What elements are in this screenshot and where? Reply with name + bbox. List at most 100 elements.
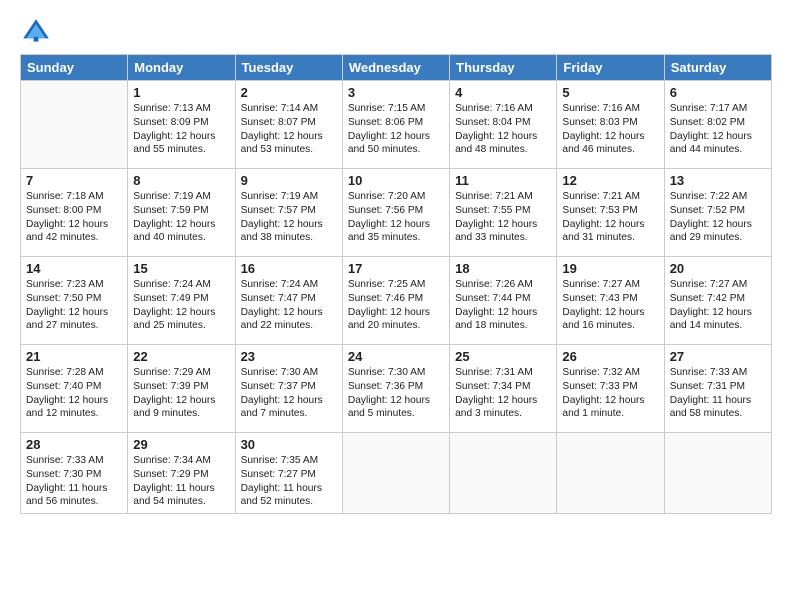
day-cell: 21 Sunrise: 7:28 AMSunset: 7:40 PMDayligh…	[21, 345, 128, 433]
day-number: 22	[133, 349, 229, 364]
day-cell	[450, 433, 557, 514]
day-info: Sunrise: 7:34 AMSunset: 7:29 PMDaylight:…	[133, 454, 229, 509]
day-info: Sunrise: 7:32 AMSunset: 7:33 PMDaylight:…	[562, 366, 658, 421]
weekday-header-monday: Monday	[128, 55, 235, 81]
day-number: 16	[241, 261, 337, 276]
day-info: Sunrise: 7:33 AMSunset: 7:31 PMDaylight:…	[670, 366, 766, 421]
day-number: 19	[562, 261, 658, 276]
day-number: 1	[133, 85, 229, 100]
day-cell: 5Sunrise: 7:16 AMSunset: 8:03 PMDaylight…	[557, 81, 664, 169]
day-cell: 10Sunrise: 7:20 AMSunset: 7:56 PMDayligh…	[342, 169, 449, 257]
day-info: Sunrise: 7:21 AMSunset: 7:53 PMDaylight:…	[562, 190, 658, 245]
day-cell: 24 Sunrise: 7:30 AMSunset: 7:36 PMDayligh…	[342, 345, 449, 433]
day-info: Sunrise: 7:18 AMSunset: 8:00 PMDaylight:…	[26, 190, 122, 245]
day-cell: 17 Sunrise: 7:25 AMSunset: 7:46 PMDayligh…	[342, 257, 449, 345]
weekday-header-row: SundayMondayTuesdayWednesdayThursdayFrid…	[21, 55, 772, 81]
day-cell: 27 Sunrise: 7:33 AMSunset: 7:31 PMDayligh…	[664, 345, 771, 433]
day-info: Sunrise: 7:15 AMSunset: 8:06 PMDaylight:…	[348, 102, 444, 157]
calendar: SundayMondayTuesdayWednesdayThursdayFrid…	[20, 54, 772, 514]
day-cell: 4 Sunrise: 7:16 AMSunset: 8:04 PMDaylight…	[450, 81, 557, 169]
weekday-header-wednesday: Wednesday	[342, 55, 449, 81]
day-cell: 12 Sunrise: 7:21 AMSunset: 7:53 PMDayligh…	[557, 169, 664, 257]
day-number: 10	[348, 173, 444, 188]
day-number: 29	[133, 437, 229, 452]
day-number: 24	[348, 349, 444, 364]
day-cell: 13 Sunrise: 7:22 AMSunset: 7:52 PMDayligh…	[664, 169, 771, 257]
day-number: 9	[241, 173, 337, 188]
day-number: 3	[348, 85, 444, 100]
day-cell: 9 Sunrise: 7:19 AMSunset: 7:57 PMDaylight…	[235, 169, 342, 257]
day-number: 12	[562, 173, 658, 188]
day-cell: 7Sunrise: 7:18 AMSunset: 8:00 PMDaylight…	[21, 169, 128, 257]
day-number: 14	[26, 261, 122, 276]
day-cell: 18 Sunrise: 7:26 AMSunset: 7:44 PMDayligh…	[450, 257, 557, 345]
day-cell: 1 Sunrise: 7:13 AMSunset: 8:09 PMDaylight…	[128, 81, 235, 169]
day-cell: 23 Sunrise: 7:30 AMSunset: 7:37 PMDayligh…	[235, 345, 342, 433]
day-cell: 25Sunrise: 7:31 AMSunset: 7:34 PMDayligh…	[450, 345, 557, 433]
day-info: Sunrise: 7:24 AMSunset: 7:47 PMDaylight:…	[241, 278, 337, 333]
day-cell: 3 Sunrise: 7:15 AMSunset: 8:06 PMDaylight…	[342, 81, 449, 169]
header	[20, 16, 772, 48]
week-row-4: 28 Sunrise: 7:33 AMSunset: 7:30 PMDayligh…	[21, 433, 772, 514]
day-cell: 6 Sunrise: 7:17 AMSunset: 8:02 PMDaylight…	[664, 81, 771, 169]
day-cell	[557, 433, 664, 514]
day-info: Sunrise: 7:27 AMSunset: 7:43 PMDaylight:…	[562, 278, 658, 333]
day-cell: 29 Sunrise: 7:34 AMSunset: 7:29 PMDayligh…	[128, 433, 235, 514]
day-number: 13	[670, 173, 766, 188]
page: SundayMondayTuesdayWednesdayThursdayFrid…	[0, 0, 792, 612]
day-info: Sunrise: 7:17 AMSunset: 8:02 PMDaylight:…	[670, 102, 766, 157]
weekday-header-friday: Friday	[557, 55, 664, 81]
weekday-header-tuesday: Tuesday	[235, 55, 342, 81]
day-cell	[342, 433, 449, 514]
day-number: 17	[348, 261, 444, 276]
week-row-3: 21 Sunrise: 7:28 AMSunset: 7:40 PMDayligh…	[21, 345, 772, 433]
day-info: Sunrise: 7:26 AMSunset: 7:44 PMDaylight:…	[455, 278, 551, 333]
day-number: 28	[26, 437, 122, 452]
logo-icon	[20, 16, 52, 48]
day-number: 26	[562, 349, 658, 364]
day-info: Sunrise: 7:14 AMSunset: 8:07 PMDaylight:…	[241, 102, 337, 157]
week-row-2: 14 Sunrise: 7:23 AMSunset: 7:50 PMDayligh…	[21, 257, 772, 345]
day-number: 8	[133, 173, 229, 188]
day-info: Sunrise: 7:33 AMSunset: 7:30 PMDaylight:…	[26, 454, 122, 509]
day-cell: 2Sunrise: 7:14 AMSunset: 8:07 PMDaylight…	[235, 81, 342, 169]
day-cell: 19 Sunrise: 7:27 AMSunset: 7:43 PMDayligh…	[557, 257, 664, 345]
day-number: 11	[455, 173, 551, 188]
day-cell: 20Sunrise: 7:27 AMSunset: 7:42 PMDayligh…	[664, 257, 771, 345]
day-number: 25	[455, 349, 551, 364]
day-number: 21	[26, 349, 122, 364]
day-info: Sunrise: 7:28 AMSunset: 7:40 PMDaylight:…	[26, 366, 122, 421]
weekday-header-sunday: Sunday	[21, 55, 128, 81]
day-cell: 14 Sunrise: 7:23 AMSunset: 7:50 PMDayligh…	[21, 257, 128, 345]
day-number: 15	[133, 261, 229, 276]
day-number: 4	[455, 85, 551, 100]
day-cell: 16 Sunrise: 7:24 AMSunset: 7:47 PMDayligh…	[235, 257, 342, 345]
day-info: Sunrise: 7:29 AMSunset: 7:39 PMDaylight:…	[133, 366, 229, 421]
week-row-1: 7Sunrise: 7:18 AMSunset: 8:00 PMDaylight…	[21, 169, 772, 257]
day-cell	[664, 433, 771, 514]
day-info: Sunrise: 7:23 AMSunset: 7:50 PMDaylight:…	[26, 278, 122, 333]
day-number: 27	[670, 349, 766, 364]
day-info: Sunrise: 7:22 AMSunset: 7:52 PMDaylight:…	[670, 190, 766, 245]
day-cell: 11Sunrise: 7:21 AMSunset: 7:55 PMDayligh…	[450, 169, 557, 257]
day-number: 18	[455, 261, 551, 276]
day-info: Sunrise: 7:30 AMSunset: 7:37 PMDaylight:…	[241, 366, 337, 421]
day-number: 30	[241, 437, 337, 452]
day-number: 6	[670, 85, 766, 100]
day-info: Sunrise: 7:25 AMSunset: 7:46 PMDaylight:…	[348, 278, 444, 333]
day-info: Sunrise: 7:19 AMSunset: 7:59 PMDaylight:…	[133, 190, 229, 245]
weekday-header-saturday: Saturday	[664, 55, 771, 81]
week-row-0: 1 Sunrise: 7:13 AMSunset: 8:09 PMDaylight…	[21, 81, 772, 169]
day-info: Sunrise: 7:16 AMSunset: 8:04 PMDaylight:…	[455, 102, 551, 157]
day-info: Sunrise: 7:30 AMSunset: 7:36 PMDaylight:…	[348, 366, 444, 421]
weekday-header-thursday: Thursday	[450, 55, 557, 81]
day-info: Sunrise: 7:13 AMSunset: 8:09 PMDaylight:…	[133, 102, 229, 157]
day-cell: 26 Sunrise: 7:32 AMSunset: 7:33 PMDayligh…	[557, 345, 664, 433]
day-cell: 15 Sunrise: 7:24 AMSunset: 7:49 PMDayligh…	[128, 257, 235, 345]
day-cell: 8 Sunrise: 7:19 AMSunset: 7:59 PMDaylight…	[128, 169, 235, 257]
day-number: 23	[241, 349, 337, 364]
day-info: Sunrise: 7:24 AMSunset: 7:49 PMDaylight:…	[133, 278, 229, 333]
day-cell: 22 Sunrise: 7:29 AMSunset: 7:39 PMDayligh…	[128, 345, 235, 433]
day-info: Sunrise: 7:16 AMSunset: 8:03 PMDaylight:…	[562, 102, 658, 157]
day-info: Sunrise: 7:19 AMSunset: 7:57 PMDaylight:…	[241, 190, 337, 245]
